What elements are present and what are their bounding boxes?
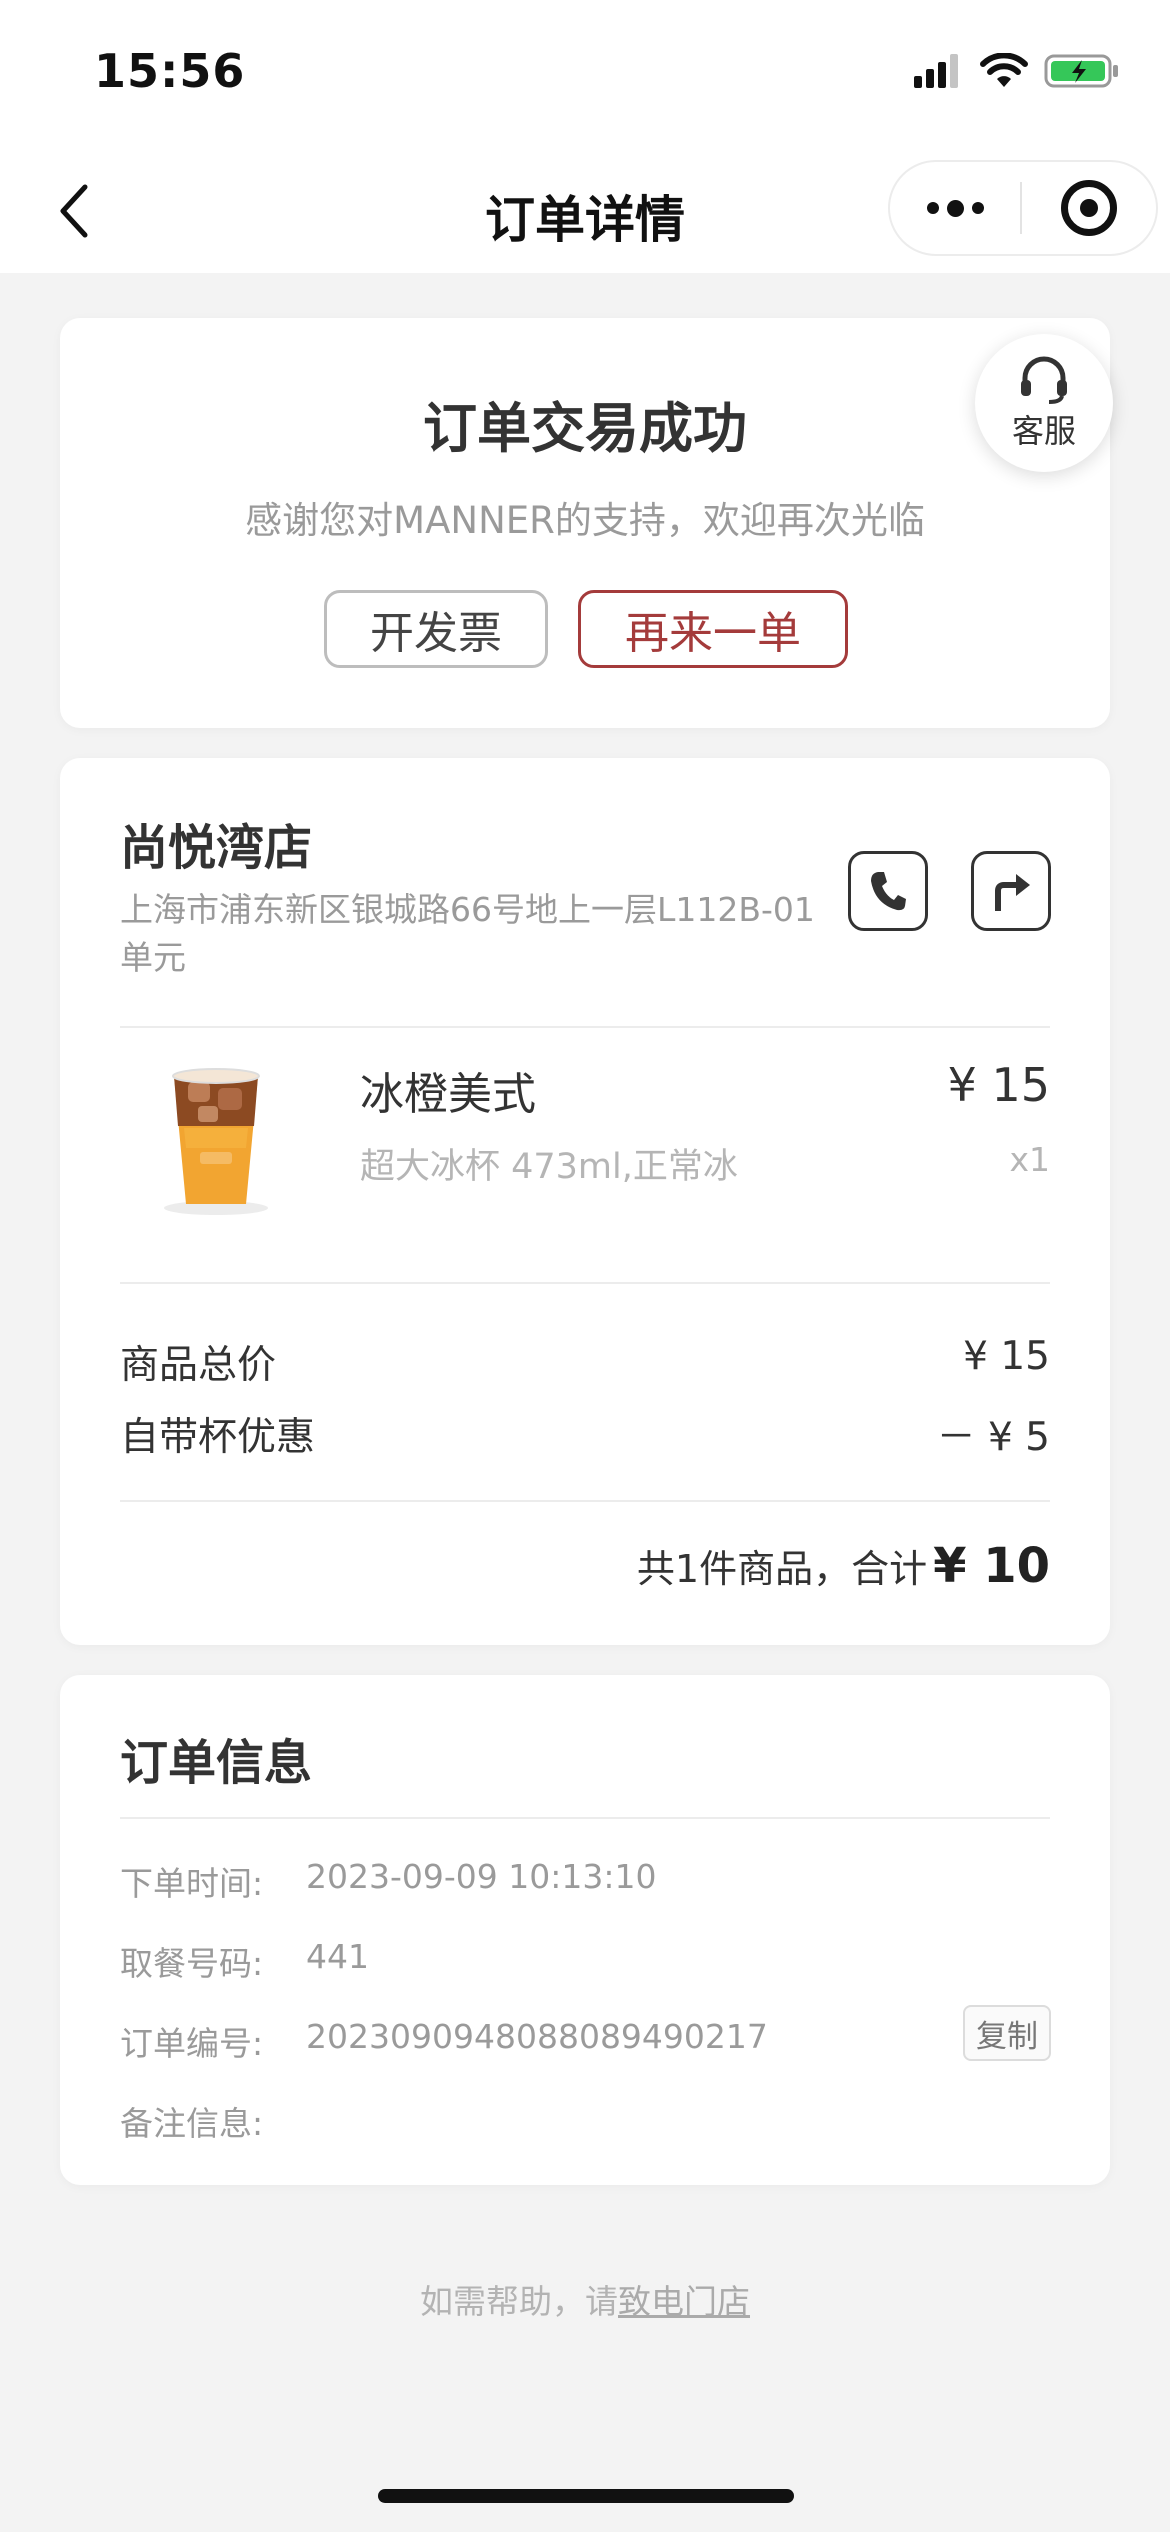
copy-order-number-button[interactable]: 复制 xyxy=(963,2005,1051,2061)
product-spec: 超大冰杯 473ml,正常冰 xyxy=(360,1147,738,1187)
navigate-store-button[interactable] xyxy=(971,851,1051,931)
order-time-value: 2023-09-09 10:13:10 xyxy=(306,1857,657,1896)
total-amount: ¥ 10 xyxy=(933,1538,1050,1594)
order-info-title: 订单信息 xyxy=(120,1735,313,1791)
home-indicator[interactable] xyxy=(378,2489,794,2503)
total-prefix: 共1件商品，合计 xyxy=(636,1547,928,1591)
divider xyxy=(120,1500,1050,1502)
remark-label: 备注信息: xyxy=(120,2104,264,2143)
product-price: ¥ 15 xyxy=(947,1058,1050,1112)
reorder-button[interactable]: 再来一单 xyxy=(578,590,848,668)
call-store-link[interactable]: 致电门店 xyxy=(618,2282,750,2321)
order-info-card: 订单信息 下单时间: 2023-09-09 10:13:10 取餐号码: 441… xyxy=(60,1675,1110,2185)
product-name: 冰橙美式 xyxy=(360,1069,536,1120)
navigate-icon xyxy=(995,874,1030,911)
order-status-card: 订单交易成功 感谢您对MANNER的支持，欢迎再次光临 开发票 再来一单 xyxy=(60,318,1110,728)
order-time-label: 下单时间: xyxy=(120,1864,264,1903)
customer-service-label: 客服 xyxy=(1011,412,1076,450)
store-name: 尚悦湾店 xyxy=(120,820,313,876)
more-button[interactable] xyxy=(890,162,1020,254)
help-text: 如需帮助，请致电门店 xyxy=(0,2275,1170,2323)
subtotal-label: 商品总价 xyxy=(120,1343,277,1388)
order-status-subtitle: 感谢您对MANNER的支持，欢迎再次光临 xyxy=(245,499,925,542)
order-status-title: 订单交易成功 xyxy=(423,397,747,460)
miniprogram-capsule xyxy=(888,160,1158,256)
headset-icon xyxy=(1021,356,1067,404)
status-icons xyxy=(914,52,1120,90)
order-number-label: 订单编号: xyxy=(120,2024,264,2063)
pickup-number-label: 取餐号码: xyxy=(120,1944,264,1983)
battery-icon xyxy=(1044,54,1118,88)
divider xyxy=(120,1817,1050,1819)
subtotal-value: ¥ 15 xyxy=(963,1334,1050,1379)
product-quantity: x1 xyxy=(1009,1140,1050,1179)
order-number-value: 2023090948088089490217 xyxy=(306,2017,768,2056)
status-time: 15:56 xyxy=(94,44,246,98)
customer-service-button[interactable]: 客服 xyxy=(975,334,1113,472)
target-icon xyxy=(1061,180,1117,236)
status-bar: 15:56 xyxy=(0,0,1170,150)
discount-value: － ¥ 5 xyxy=(936,1415,1050,1460)
product-image xyxy=(164,1068,268,1215)
invoice-button[interactable]: 开发票 xyxy=(324,590,548,668)
phone-icon xyxy=(871,872,906,911)
wifi-icon xyxy=(980,53,1028,87)
pickup-number-value: 441 xyxy=(306,1937,369,1976)
help-prefix: 如需帮助，请 xyxy=(420,2282,618,2321)
nav-bar: 订单详情 xyxy=(0,150,1170,273)
store-address: 上海市浦东新区银城路66号地上一层L112B-01单元 xyxy=(120,890,815,977)
more-icon xyxy=(926,202,939,214)
order-total: 共1件商品，合计 ¥ 10 xyxy=(637,1538,1050,1594)
divider xyxy=(120,1282,1050,1284)
signal-icon xyxy=(914,54,958,88)
discount-label: 自带杯优惠 xyxy=(120,1415,316,1460)
close-miniprogram-button[interactable] xyxy=(1022,162,1156,254)
call-store-button[interactable] xyxy=(848,851,928,931)
store-order-card: 尚悦湾店 上海市浦东新区银城路66号地上一层L112B-01单元 冰橙美式 超大… xyxy=(60,758,1110,1645)
divider xyxy=(120,1026,1050,1028)
